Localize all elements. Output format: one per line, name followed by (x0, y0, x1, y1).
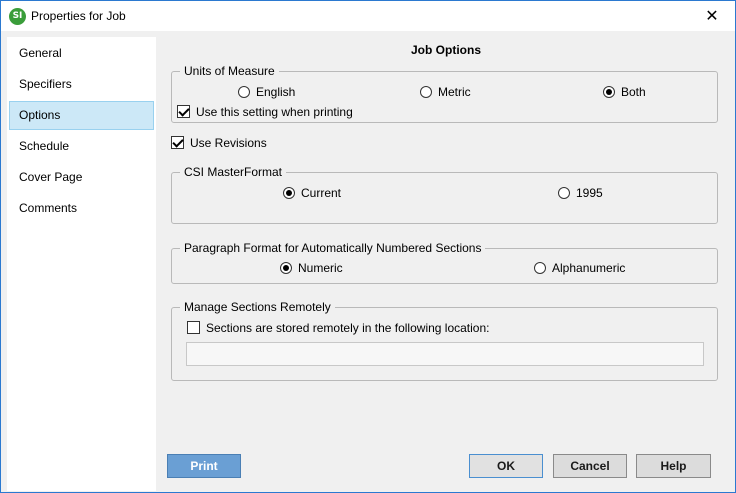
use-setting-when-printing-box[interactable] (177, 105, 190, 118)
radio-1995[interactable]: 1995 (558, 185, 603, 201)
use-setting-when-printing-checkbox[interactable]: Use this setting when printing (177, 104, 353, 120)
manage-sections-remotely-legend: Manage Sections Remotely (180, 299, 335, 315)
radio-1995-indicator[interactable] (558, 187, 570, 199)
stored-remotely-box[interactable] (187, 321, 200, 334)
ok-button[interactable]: OK (469, 454, 543, 478)
cancel-button[interactable]: Cancel (553, 454, 627, 478)
sidebar-item-general[interactable]: General (9, 39, 154, 68)
use-setting-when-printing-label: Use this setting when printing (196, 105, 353, 119)
radio-current[interactable]: Current (283, 185, 341, 201)
stored-remotely-label: Sections are stored remotely in the foll… (206, 321, 490, 335)
radio-both-label: Both (621, 85, 646, 99)
sidebar-item-specifiers[interactable]: Specifiers (9, 70, 154, 99)
app-logo-icon: SI (9, 8, 26, 25)
units-of-measure-group: Units of Measure English Metric Both Use… (171, 63, 718, 123)
radio-both[interactable]: Both (603, 84, 646, 100)
radio-numeric[interactable]: Numeric (280, 260, 343, 276)
csi-masterformat-group: CSI MasterFormat Current 1995 (171, 164, 718, 224)
sidebar: General Specifiers Options Schedule Cove… (7, 37, 156, 491)
stored-remotely-checkbox[interactable]: Sections are stored remotely in the foll… (187, 320, 489, 336)
remote-location-input[interactable] (186, 342, 704, 366)
sidebar-item-options[interactable]: Options (9, 101, 154, 130)
manage-sections-remotely-group: Manage Sections Remotely Sections are st… (171, 299, 718, 381)
use-revisions-label: Use Revisions (190, 136, 267, 150)
radio-1995-label: 1995 (576, 186, 603, 200)
close-button[interactable]: ✕ (689, 1, 735, 31)
radio-current-label: Current (301, 186, 342, 200)
radio-current-indicator[interactable] (283, 187, 295, 199)
radio-both-indicator[interactable] (603, 86, 615, 98)
paragraph-format-legend: Paragraph Format for Automatically Numbe… (180, 240, 486, 256)
use-revisions-checkbox[interactable]: Use Revisions (171, 135, 267, 151)
properties-dialog: SI Properties for Job ✕ General Specifie… (0, 0, 736, 493)
radio-numeric-label: Numeric (298, 261, 343, 275)
paragraph-format-group: Paragraph Format for Automatically Numbe… (171, 240, 718, 284)
print-button[interactable]: Print (167, 454, 241, 478)
radio-metric[interactable]: Metric (420, 84, 471, 100)
use-revisions-box[interactable] (171, 136, 184, 149)
radio-alphanumeric-indicator[interactable] (534, 262, 546, 274)
radio-metric-label: Metric (438, 85, 471, 99)
page-title: Job Options (411, 43, 481, 57)
help-button[interactable]: Help (636, 454, 711, 478)
options-panel: Job Options Units of Measure English Met… (157, 31, 735, 492)
sidebar-item-comments[interactable]: Comments (9, 194, 154, 223)
window-title: Properties for Job (31, 9, 126, 23)
csi-masterformat-legend: CSI MasterFormat (180, 164, 287, 180)
radio-english-label: English (256, 85, 296, 99)
radio-numeric-indicator[interactable] (280, 262, 292, 274)
units-of-measure-legend: Units of Measure (180, 63, 279, 79)
radio-english-indicator[interactable] (238, 86, 250, 98)
dialog-body: General Specifiers Options Schedule Cove… (1, 31, 735, 492)
radio-metric-indicator[interactable] (420, 86, 432, 98)
radio-english[interactable]: English (238, 84, 295, 100)
sidebar-item-cover-page[interactable]: Cover Page (9, 163, 154, 192)
title-bar: SI Properties for Job ✕ (1, 1, 735, 31)
radio-alphanumeric[interactable]: Alphanumeric (534, 260, 625, 276)
radio-alphanumeric-label: Alphanumeric (552, 261, 626, 275)
sidebar-item-schedule[interactable]: Schedule (9, 132, 154, 161)
